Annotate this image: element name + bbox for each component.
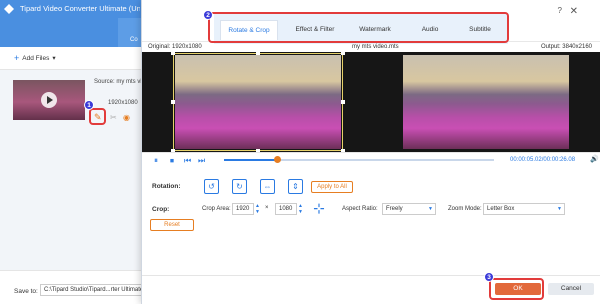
output-resolution: Output: 3840x2160	[540, 44, 592, 50]
cancel-button[interactable]: Cancel	[548, 283, 594, 295]
rotate-left-button[interactable]: ↺	[204, 179, 219, 194]
timecode: 00:00:05.02/00:00:26.08	[510, 157, 576, 163]
crop-width-field[interactable]: 1920	[232, 203, 254, 215]
file-name: my mts video.mts	[352, 44, 399, 50]
crop-height-field[interactable]: 1080	[275, 203, 297, 215]
previous-icon[interactable]: ⏮	[184, 156, 191, 166]
original-resolution: Original: 1920x1080	[148, 44, 202, 50]
crop-handle[interactable]	[171, 51, 175, 55]
crop-handle[interactable]	[341, 51, 345, 55]
app-logo-icon	[4, 4, 14, 14]
zoom-mode-select[interactable]: Letter Box ▼	[483, 203, 565, 215]
callout-badge-2: 2	[203, 10, 213, 20]
reset-button[interactable]: Reset	[150, 219, 194, 231]
play-icon[interactable]	[41, 92, 57, 108]
aspect-ratio-label: Aspect Ratio:	[342, 206, 378, 212]
source-label: Source: my mts vi	[94, 79, 142, 85]
chevron-down-icon: ▾	[52, 55, 56, 62]
aspect-ratio-value: Freely	[386, 206, 403, 212]
apply-to-all-button[interactable]: Apply to All	[311, 181, 353, 193]
rotate-right-button[interactable]: ↻	[232, 179, 247, 194]
crop-handle[interactable]	[256, 51, 260, 55]
callout-highlight-tabs	[208, 12, 509, 43]
rotate-right-icon: ↻	[236, 182, 243, 191]
callout-highlight-edit	[89, 108, 106, 125]
crop-handle[interactable]	[171, 100, 175, 104]
add-files-button[interactable]: + Add Files ▾	[14, 53, 56, 63]
callout-badge-3: 3	[484, 272, 494, 282]
save-to-label: Save to:	[14, 288, 38, 295]
callout-highlight-ok	[489, 278, 544, 300]
close-icon[interactable]: ✕	[570, 6, 578, 17]
progress-knob[interactable]	[274, 156, 281, 163]
crop-area-label: Crop Area:	[202, 206, 231, 212]
tab-converter-label: Co	[130, 37, 138, 43]
flip-horizontal-icon: ⇔	[263, 182, 272, 191]
times-icon: ×	[265, 205, 269, 211]
crop-handle[interactable]	[341, 100, 345, 104]
center-crosshair-icon[interactable]: ⊹	[311, 201, 327, 217]
palette-icon[interactable]: ◉	[123, 113, 130, 122]
add-files-label: Add Files	[22, 54, 50, 62]
callout-badge-1: 1	[84, 100, 94, 110]
flip-horizontal-button[interactable]: ⇔	[260, 179, 275, 194]
rotate-left-icon: ↺	[208, 182, 215, 191]
plus-icon: +	[14, 53, 20, 63]
flip-vertical-button[interactable]: ⇕	[288, 179, 303, 194]
crop-label: Crop:	[152, 206, 170, 213]
aspect-ratio-select[interactable]: Freely ▼	[382, 203, 436, 215]
crop-width-stepper[interactable]: ▲ ▼	[255, 203, 260, 215]
zoom-mode-value: Letter Box	[487, 206, 515, 212]
save-path-field[interactable]: C:\Tipard Studio\Tipard...rter Ultimate\…	[40, 284, 144, 296]
output-preview	[403, 55, 569, 149]
edit-dialog: ? ✕ Rotate & Crop Effect & Filter Waterm…	[141, 0, 600, 304]
chevron-down-icon: ▼	[428, 206, 433, 212]
flip-vertical-icon: ⇕	[292, 182, 299, 191]
next-icon[interactable]: ⏭	[198, 156, 205, 166]
resolution-label: 1920x1080	[108, 100, 138, 106]
stop-icon[interactable]: ⏹	[170, 156, 174, 166]
app-title: Tipard Video Converter Ultimate (Unregis…	[20, 4, 140, 13]
cut-icon[interactable]: ✂	[110, 113, 117, 122]
video-thumbnail[interactable]	[13, 80, 85, 120]
zoom-mode-label: Zoom Mode:	[448, 206, 482, 212]
volume-icon[interactable]: 🔊	[590, 155, 599, 163]
help-icon[interactable]: ?	[558, 6, 562, 15]
pause-icon[interactable]: ⏸	[154, 156, 158, 166]
chevron-down-icon: ▼	[557, 206, 562, 212]
rotation-label: Rotation:	[152, 183, 181, 190]
crop-box[interactable]	[173, 53, 343, 151]
crop-height-stepper[interactable]: ▲ ▼	[298, 203, 303, 215]
progress-fill	[224, 159, 276, 161]
